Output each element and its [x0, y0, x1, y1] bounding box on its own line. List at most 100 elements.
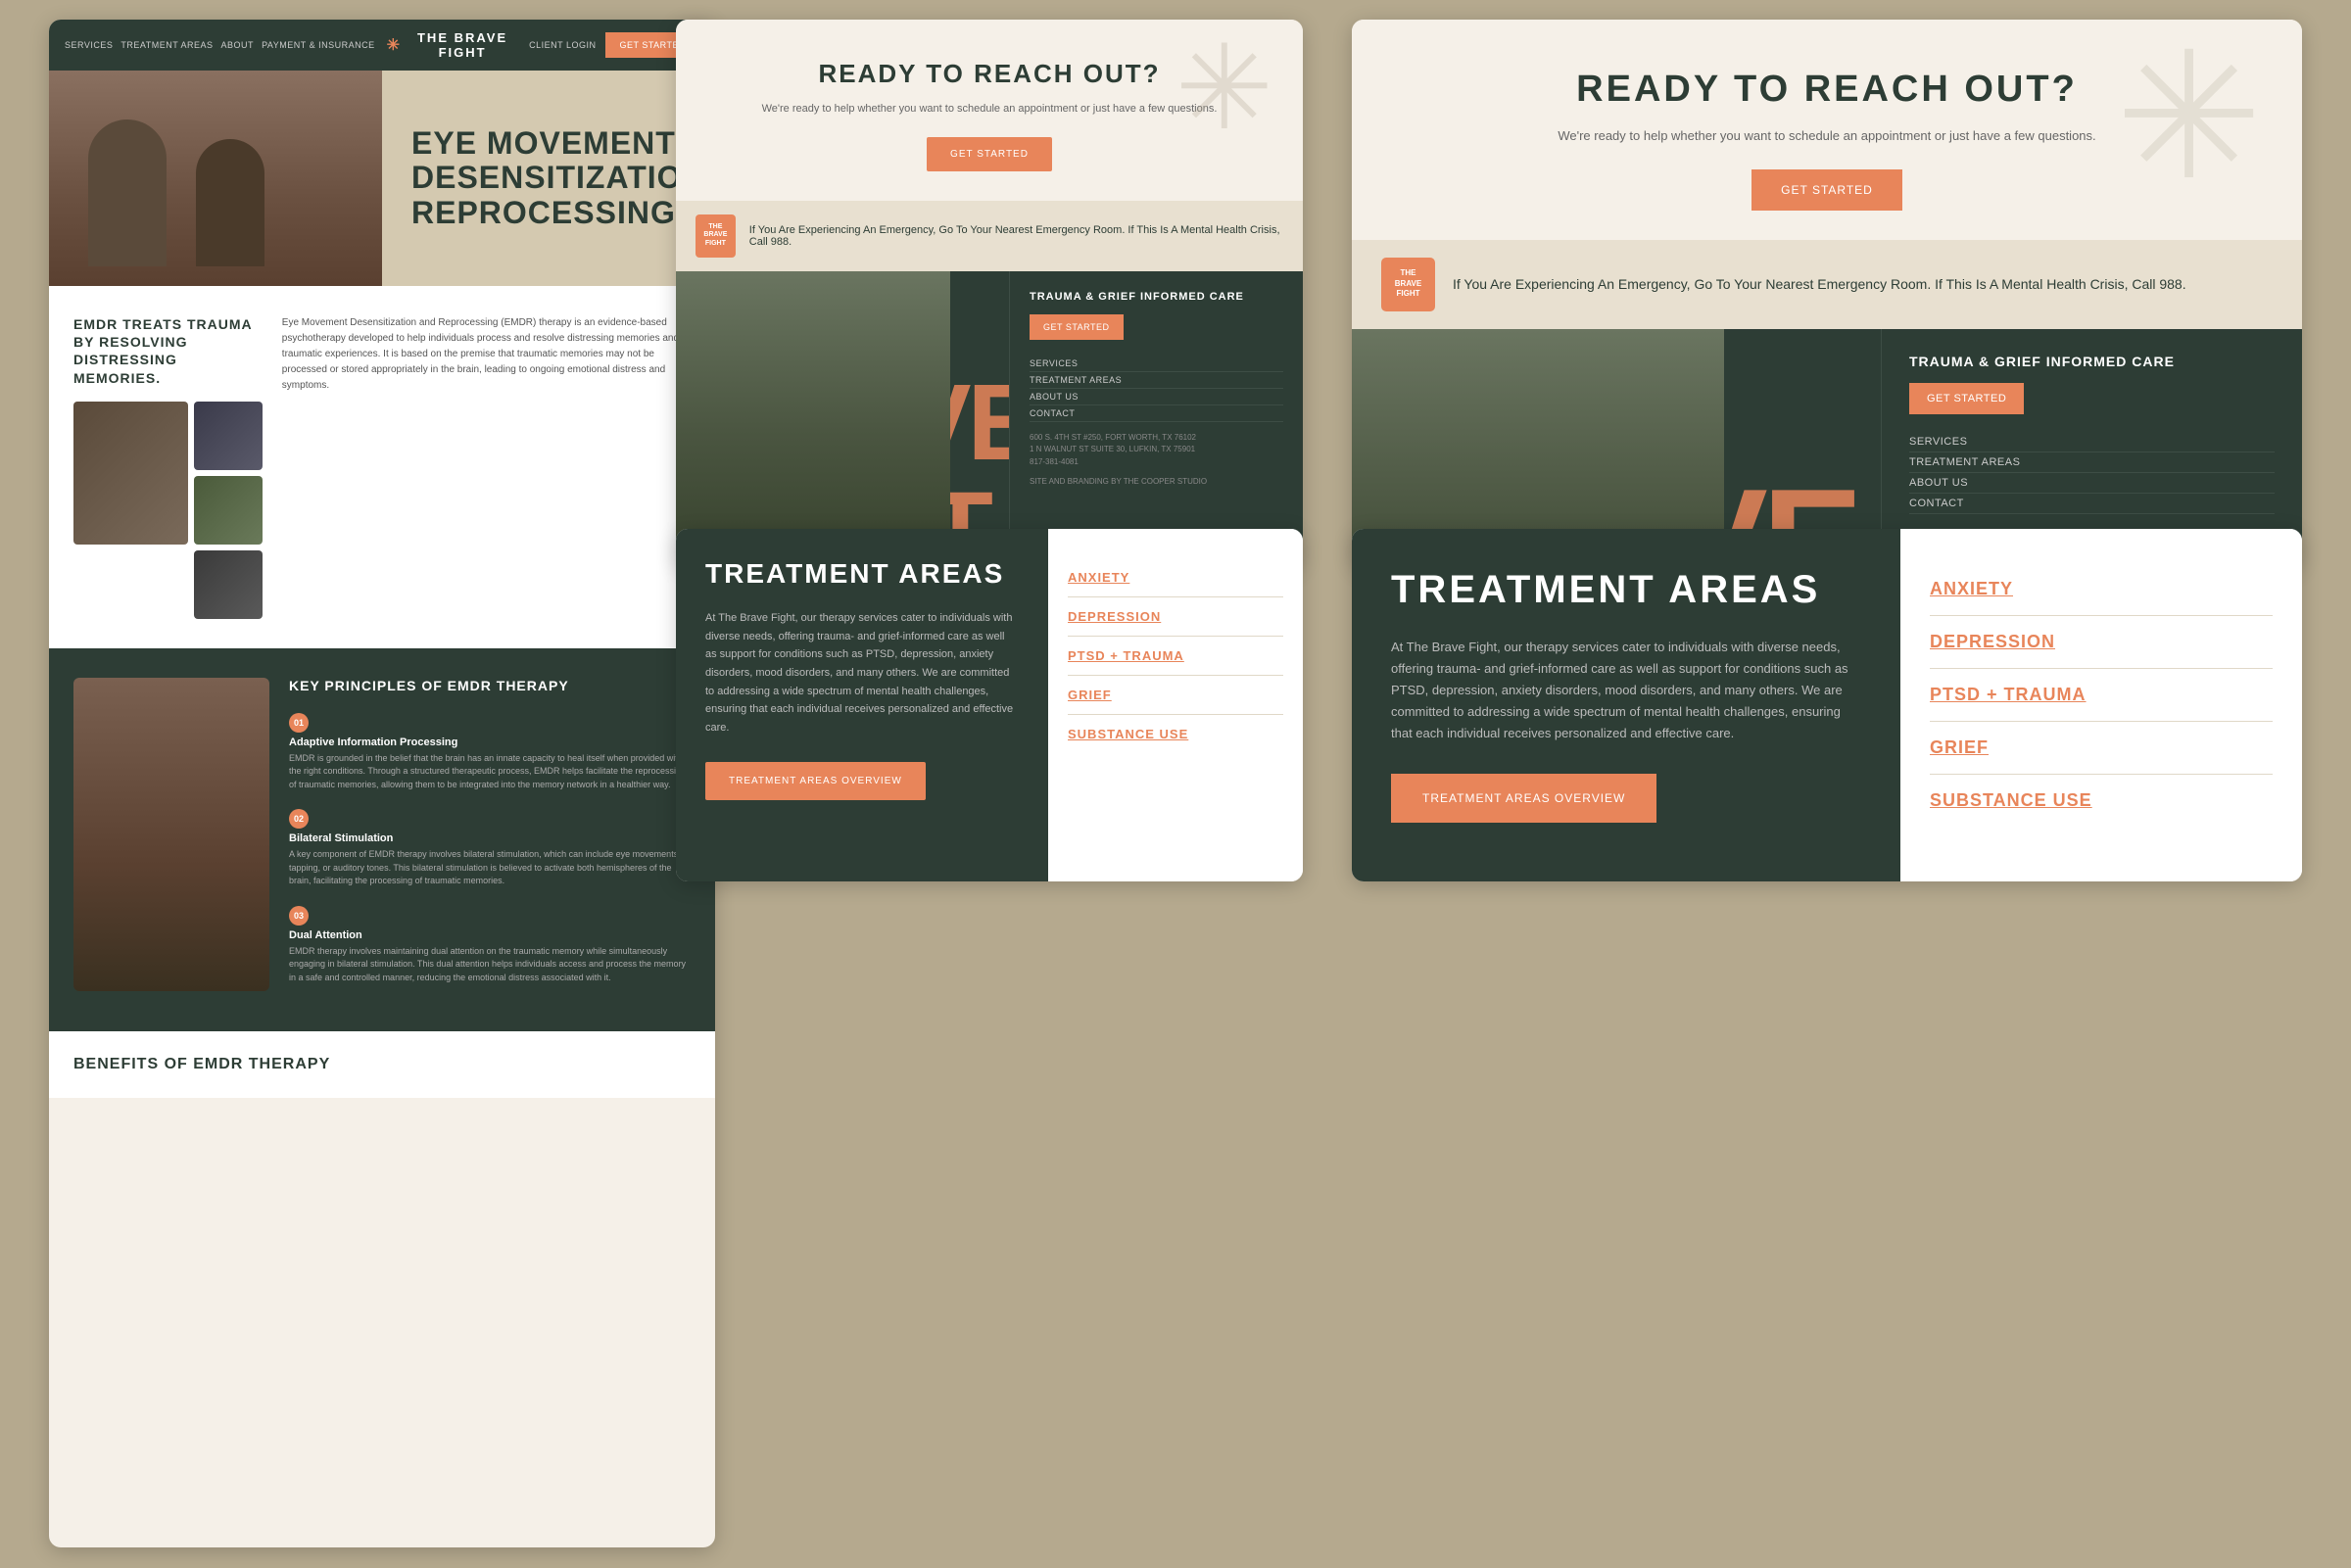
- principle-1-desc: EMDR is grounded in the belief that the …: [289, 752, 691, 792]
- footer-nav-treatment[interactable]: TREATMENT AREAS: [1030, 372, 1283, 389]
- emergency-text-large: If You Are Experiencing An Emergency, Go…: [1453, 276, 2186, 292]
- treatment-large-left: TREATMENT AREAS At The Brave Fight, our …: [1352, 529, 1900, 881]
- principles-title: KEY PRINCIPLES OF EMDR THERAPY: [289, 678, 691, 693]
- reach-out-bg-icon: ✳: [1175, 29, 1273, 147]
- woman-image: [73, 678, 269, 991]
- benefits-title: BENEFITS OF EMDR THERAPY: [73, 1056, 691, 1073]
- footer-large-nav-services[interactable]: SERVICES: [1909, 432, 2275, 452]
- principle-1-num: 01: [289, 713, 309, 733]
- treatment-nav-grief[interactable]: GRIEF: [1068, 676, 1283, 715]
- footer-credit: SITE AND BRANDING BY THE COOPER STUDIO: [1030, 477, 1283, 486]
- treatment-large-nav-depression[interactable]: DEPRESSION: [1930, 616, 2273, 669]
- footer-address-line2: 1 N WALNUT ST SUITE 30, LUFKIN, TX 75901: [1030, 444, 1283, 456]
- footer-trauma-title-large: TRAUMA & GRIEF INFORMED CARE: [1909, 354, 2275, 369]
- reach-out-large-button[interactable]: GET STARTED: [1751, 169, 1902, 211]
- client-login-link[interactable]: CLIENT LOGIN: [529, 40, 596, 50]
- hero-text-area: EYE MOVEMENT DESENSITIZATION REPROCESSIN…: [382, 71, 715, 286]
- treatment-large-nav-anxiety[interactable]: ANXIETY: [1930, 563, 2273, 616]
- nav-logo: ✳ THE BRAVE FIGHT: [387, 30, 518, 60]
- nav-treatment-areas[interactable]: TREATMENT AREAS: [120, 40, 213, 50]
- footer-large-nav-treatment[interactable]: TREATMENT AREAS: [1909, 452, 2275, 473]
- principles-content: KEY PRINCIPLES OF EMDR THERAPY 01 Adapti…: [289, 678, 691, 1003]
- footer-panel: THEBRAVEFIGHT TRAUMA & GRIEF INFORMED CA…: [676, 271, 1303, 546]
- footer-large-nav-about[interactable]: ABOUT US: [1909, 473, 2275, 494]
- navigation: SERVICES TREATMENT AREAS ABOUT PAYMENT &…: [49, 20, 715, 71]
- emergency-banner: THEBRAVEFIGHT If You Are Experiencing An…: [676, 201, 1303, 271]
- footer-right: TRAUMA & GRIEF INFORMED CARE GET STARTED…: [1009, 271, 1303, 546]
- treatment-nav-substance[interactable]: SUBSTANCE USE: [1068, 715, 1283, 753]
- footer-phone: 817-381-4081: [1030, 456, 1283, 469]
- principle-3-num: 03: [289, 906, 309, 926]
- treatment-large-title: TREATMENT AREAS: [1391, 568, 1861, 612]
- treats-image-4: [194, 550, 263, 619]
- treatment-large-nav-ptsd[interactable]: PTSD + TRAUMA: [1930, 669, 2273, 722]
- principles-image-area: [73, 678, 269, 1003]
- footer-get-started-large-button[interactable]: GET STARTED: [1909, 383, 2024, 414]
- footer-address: 600 S. 4TH ST #250, FORT WORTH, TX 76102…: [1030, 432, 1283, 469]
- footer-soldier-image: [676, 271, 950, 546]
- treatment-title: TREATMENT AREAS: [705, 558, 1019, 590]
- treatment-large-nav-substance[interactable]: SUBSTANCE USE: [1930, 775, 2273, 827]
- reach-out-button[interactable]: GET STARTED: [927, 137, 1052, 171]
- principle-1-title: Adaptive Information Processing: [289, 736, 691, 748]
- principle-2-desc: A key component of EMDR therapy involves…: [289, 848, 691, 888]
- principle-1: 01 Adaptive Information Processing EMDR …: [289, 713, 691, 792]
- treatment-nav-ptsd[interactable]: PTSD + TRAUMA: [1068, 637, 1283, 676]
- nav-payment[interactable]: PAYMENT & INSURANCE: [262, 40, 375, 50]
- treatment-desc: At The Brave Fight, our therapy services…: [705, 609, 1019, 737]
- treatment-button[interactable]: TREATMENT AREAS OVERVIEW: [705, 762, 926, 800]
- footer-get-started-button[interactable]: GET STARTED: [1030, 314, 1124, 340]
- treatment-nav-depression[interactable]: DEPRESSION: [1068, 597, 1283, 637]
- site-name: THE BRAVE FIGHT: [408, 30, 517, 60]
- treats-right: Eye Movement Desensitization and Reproce…: [282, 315, 691, 619]
- principle-3-desc: EMDR therapy involves maintaining dual a…: [289, 945, 691, 985]
- treatment-nav-anxiety[interactable]: ANXIETY: [1068, 558, 1283, 597]
- treats-image-3: [194, 476, 263, 545]
- emergency-logo: THEBRAVEFIGHT: [696, 214, 736, 258]
- hero-title: EYE MOVEMENT DESENSITIZATION REPROCESSIN…: [411, 126, 706, 230]
- treatment-large-button[interactable]: TREATMENT AREAS OVERVIEW: [1391, 774, 1656, 823]
- nav-right: CLIENT LOGIN GET STARTED: [529, 32, 699, 58]
- nav-services[interactable]: SERVICES: [65, 40, 113, 50]
- reach-out-large-bg-icon: ✳: [2115, 29, 2263, 206]
- principles-section: KEY PRINCIPLES OF EMDR THERAPY 01 Adapti…: [49, 648, 715, 1032]
- treats-title: EMDR TREATS TRAUMA BY RESOLVING DISTRESS…: [73, 315, 263, 387]
- benefits-section: BENEFITS OF EMDR THERAPY: [49, 1031, 715, 1098]
- left-panel: SERVICES TREATMENT AREAS ABOUT PAYMENT &…: [49, 20, 715, 1547]
- treatment-right: ANXIETY DEPRESSION PTSD + TRAUMA GRIEF S…: [1048, 529, 1303, 881]
- hero-section: EYE MOVEMENT DESENSITIZATION REPROCESSIN…: [49, 71, 715, 286]
- logo-icon: ✳: [387, 35, 402, 55]
- treatment-large-desc: At The Brave Fight, our therapy services…: [1391, 637, 1861, 744]
- nav-links: SERVICES TREATMENT AREAS ABOUT PAYMENT &…: [65, 40, 375, 50]
- footer-nav-about[interactable]: ABOUT US: [1030, 389, 1283, 405]
- treatment-left: TREATMENT AREAS At The Brave Fight, our …: [676, 529, 1048, 881]
- reach-out-large-title: READY TO REACH OUT?: [1430, 69, 2224, 111]
- treatment-panel: TREATMENT AREAS At The Brave Fight, our …: [676, 529, 1303, 881]
- hero-image: [49, 71, 382, 286]
- treats-image-2: [194, 402, 263, 470]
- nav-about[interactable]: ABOUT: [221, 40, 255, 50]
- principle-2: 02 Bilateral Stimulation A key component…: [289, 809, 691, 888]
- footer-trauma-title: TRAUMA & GRIEF INFORMED CARE: [1030, 291, 1283, 303]
- footer-nav-services[interactable]: SERVICES: [1030, 356, 1283, 372]
- treatment-large-panel: TREATMENT AREAS At The Brave Fight, our …: [1352, 529, 2302, 881]
- emergency-logo-text: THEBRAVEFIGHT: [703, 223, 727, 248]
- principle-2-num: 02: [289, 809, 309, 829]
- far-right-panel: ✳ READY TO REACH OUT? We're ready to hel…: [1352, 20, 2302, 568]
- principle-3: 03 Dual Attention EMDR therapy involves …: [289, 906, 691, 985]
- footer-nav-contact[interactable]: CONTACT: [1030, 405, 1283, 422]
- emergency-logo-large: THEBRAVEFIGHT: [1381, 258, 1435, 311]
- treats-image-1: [73, 402, 188, 545]
- treats-left: EMDR TREATS TRAUMA BY RESOLVING DISTRESS…: [73, 315, 263, 619]
- emdr-description: Eye Movement Desensitization and Reproce…: [282, 315, 691, 394]
- reach-out-large: ✳ READY TO REACH OUT? We're ready to hel…: [1352, 20, 2302, 240]
- principle-2-title: Bilateral Stimulation: [289, 832, 691, 844]
- footer-large-nav-contact[interactable]: CONTACT: [1909, 494, 2275, 514]
- reach-out-section: ✳ READY TO REACH OUT? We're ready to hel…: [676, 20, 1303, 201]
- treatment-large-right: ANXIETY DEPRESSION PTSD + TRAUMA GRIEF S…: [1900, 529, 2302, 881]
- center-panel: ✳ READY TO REACH OUT? We're ready to hel…: [676, 20, 1303, 568]
- treatment-large-nav-grief[interactable]: GRIEF: [1930, 722, 2273, 775]
- emergency-text: If You Are Experiencing An Emergency, Go…: [749, 224, 1283, 248]
- principle-3-title: Dual Attention: [289, 929, 691, 941]
- reach-out-large-desc: We're ready to help whether you want to …: [1430, 126, 2224, 146]
